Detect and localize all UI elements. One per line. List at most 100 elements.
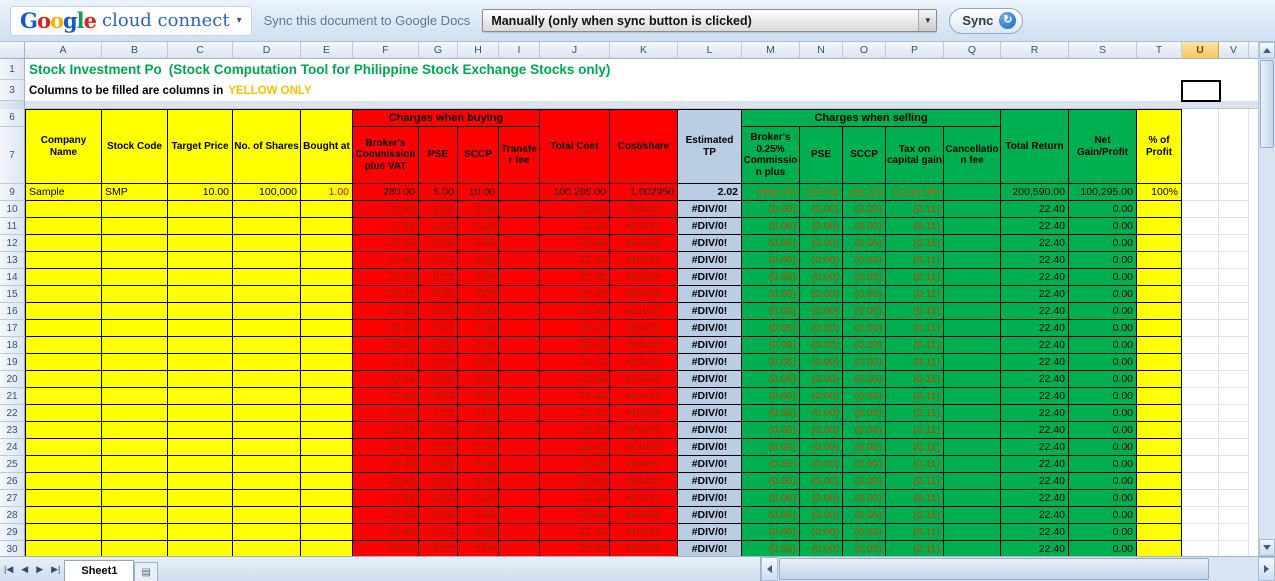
cell-F24[interactable]: 22.40 <box>353 439 419 456</box>
row-header-10[interactable]: 10 <box>0 201 25 218</box>
cell-E15[interactable] <box>301 286 353 303</box>
cell-T15[interactable] <box>1137 286 1182 303</box>
cell-P26[interactable]: (0.11) <box>886 473 944 490</box>
cell-S11[interactable]: 0.00 <box>1069 218 1137 235</box>
cell-I12[interactable] <box>499 235 540 252</box>
scroll-left-button[interactable] <box>761 557 778 581</box>
cell-T9[interactable]: 100% <box>1137 184 1182 201</box>
cell-E20[interactable] <box>301 371 353 388</box>
cell-O11[interactable]: (0.00) <box>843 218 886 235</box>
cell-B26[interactable] <box>102 473 168 490</box>
cell-G18[interactable]: 0.00 <box>419 337 458 354</box>
cell-C17[interactable] <box>168 320 233 337</box>
cell-S20[interactable]: 0.00 <box>1069 371 1137 388</box>
cell-E25[interactable] <box>301 456 353 473</box>
cell-F29[interactable]: 22.40 <box>353 524 419 541</box>
cell-D22[interactable] <box>233 405 301 422</box>
cell-F11[interactable]: 22.40 <box>353 218 419 235</box>
cell-L30[interactable]: #DIV/0! <box>678 541 742 556</box>
cell-G16[interactable]: 0.00 <box>419 303 458 320</box>
cell-B27[interactable] <box>102 490 168 507</box>
cell-J11[interactable]: 22.40 <box>540 218 610 235</box>
cell-L24[interactable]: #DIV/0! <box>678 439 742 456</box>
cell-U11[interactable] <box>1182 218 1219 235</box>
cell-N11[interactable]: (0.00) <box>800 218 843 235</box>
cell-I9[interactable] <box>499 184 540 201</box>
cell-M23[interactable]: (0.06) <box>742 422 800 439</box>
cell-B29[interactable] <box>102 524 168 541</box>
cell-O25[interactable]: (0.00) <box>843 456 886 473</box>
cell-P9[interactable]: (1,010.99) <box>886 184 944 201</box>
cell-O28[interactable]: (0.00) <box>843 507 886 524</box>
cell-G29[interactable]: 0.00 <box>419 524 458 541</box>
cell-V20[interactable] <box>1219 371 1249 388</box>
cell-R28[interactable]: 22.40 <box>1001 507 1069 524</box>
cell-O21[interactable]: (0.00) <box>843 388 886 405</box>
cell-F16[interactable]: 22.40 <box>353 303 419 320</box>
cell-M11[interactable]: (0.06) <box>742 218 800 235</box>
column-header-F[interactable]: F <box>353 42 419 59</box>
cell-T10[interactable] <box>1137 201 1182 218</box>
cell-D21[interactable] <box>233 388 301 405</box>
cell-P13[interactable]: (0.11) <box>886 252 944 269</box>
cell-N25[interactable]: (0.00) <box>800 456 843 473</box>
column-header-M[interactable]: M <box>742 42 800 59</box>
cell-U27[interactable] <box>1182 490 1219 507</box>
cell-P16[interactable]: (0.11) <box>886 303 944 320</box>
cell-N22[interactable]: (0.00) <box>800 405 843 422</box>
cell-O14[interactable]: (0.00) <box>843 269 886 286</box>
cell-H11[interactable]: 0.00 <box>458 218 499 235</box>
cell-P30[interactable]: (0.11) <box>886 541 944 556</box>
cell-U16[interactable] <box>1182 303 1219 320</box>
cell-A20[interactable] <box>25 371 102 388</box>
cell-U24[interactable] <box>1182 439 1219 456</box>
cell-K26[interactable]: #DIV/0! <box>610 473 678 490</box>
cell-L21[interactable]: #DIV/0! <box>678 388 742 405</box>
cell-H10[interactable]: 0.00 <box>458 201 499 218</box>
cell-G12[interactable]: 0.00 <box>419 235 458 252</box>
cell-L13[interactable]: #DIV/0! <box>678 252 742 269</box>
cell-T26[interactable] <box>1137 473 1182 490</box>
cell-L20[interactable]: #DIV/0! <box>678 371 742 388</box>
cell-P20[interactable]: (0.11) <box>886 371 944 388</box>
cell-N29[interactable]: (0.00) <box>800 524 843 541</box>
cell-V12[interactable] <box>1219 235 1249 252</box>
cell-L9[interactable]: 2.02 <box>678 184 742 201</box>
cell-O20[interactable]: (0.00) <box>843 371 886 388</box>
cell-N30[interactable]: (0.00) <box>800 541 843 556</box>
cell-V27[interactable] <box>1219 490 1249 507</box>
cell-T18[interactable] <box>1137 337 1182 354</box>
cell-F17[interactable]: 22.40 <box>353 320 419 337</box>
cell-C29[interactable] <box>168 524 233 541</box>
cell-C30[interactable] <box>168 541 233 556</box>
row-header-19[interactable]: 19 <box>0 354 25 371</box>
cell-G17[interactable]: 0.00 <box>419 320 458 337</box>
cell-H17[interactable]: 0.00 <box>458 320 499 337</box>
row-header-3[interactable]: 3 <box>0 80 25 101</box>
cell-V19[interactable] <box>1219 354 1249 371</box>
dropdown-arrow-icon[interactable]: ▼ <box>918 10 937 31</box>
cell-B17[interactable] <box>102 320 168 337</box>
row-header-30[interactable]: 30 <box>0 541 25 556</box>
cell-H24[interactable]: 0.00 <box>458 439 499 456</box>
cell-G30[interactable]: 0.00 <box>419 541 458 556</box>
cell-C13[interactable] <box>168 252 233 269</box>
cell-K29[interactable]: #DIV/0! <box>610 524 678 541</box>
sync-mode-dropdown[interactable]: Manually (only when sync button is click… <box>482 9 938 32</box>
cell-G10[interactable]: 0.00 <box>419 201 458 218</box>
cell-N10[interactable]: (0.00) <box>800 201 843 218</box>
cell-J30[interactable]: 22.40 <box>540 541 610 556</box>
cell-R29[interactable]: 22.40 <box>1001 524 1069 541</box>
cell-C10[interactable] <box>168 201 233 218</box>
cell-M28[interactable]: (0.06) <box>742 507 800 524</box>
cell-H27[interactable]: 0.00 <box>458 490 499 507</box>
vertical-scroll-track[interactable] <box>1259 59 1275 539</box>
cell-E11[interactable] <box>301 218 353 235</box>
cell-M9[interactable]: (566.15) <box>742 184 800 201</box>
cell-B13[interactable] <box>102 252 168 269</box>
column-header-S[interactable]: S <box>1069 42 1137 59</box>
cell-V30[interactable] <box>1219 541 1249 556</box>
cell-C23[interactable] <box>168 422 233 439</box>
cell-U19[interactable] <box>1182 354 1219 371</box>
cell-B30[interactable] <box>102 541 168 556</box>
